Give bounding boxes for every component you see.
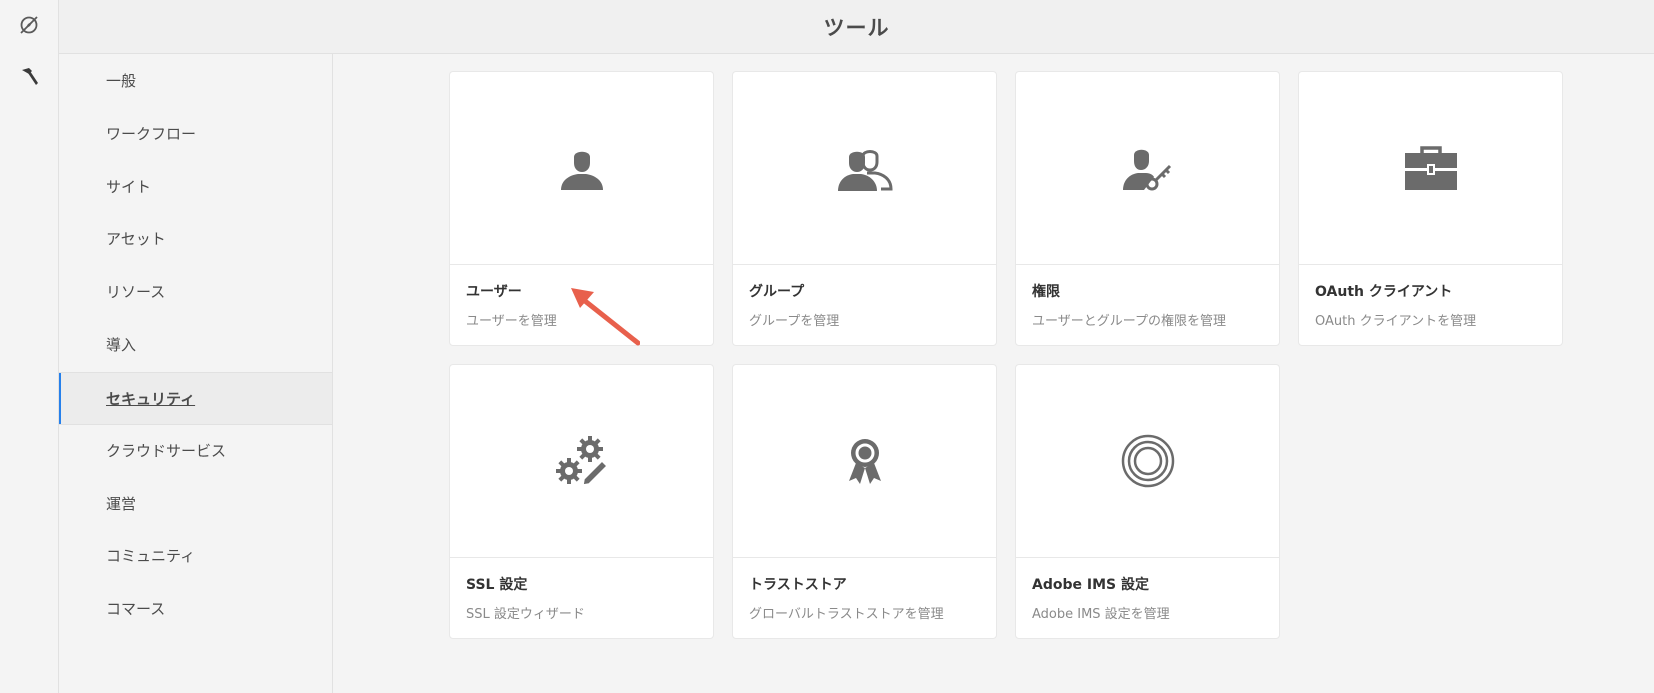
tools-nav: 一般 ワークフロー サイト アセット リソース 導入 セキュリティ クラウドサー… xyxy=(59,54,333,693)
card-oauth-client[interactable]: OAuth クライアント OAuth クライアントを管理 xyxy=(1298,71,1563,346)
nav-item-assets[interactable]: アセット xyxy=(59,212,332,265)
nav-item-workflow[interactable]: ワークフロー xyxy=(59,107,332,160)
user-key-icon xyxy=(1122,149,1171,191)
card-thumbnail xyxy=(1016,72,1279,265)
card-title: 権限 xyxy=(1032,284,1060,300)
card-thumbnail xyxy=(450,72,713,265)
card-description: SSL 設定ウィザード xyxy=(466,607,585,622)
briefcase-icon xyxy=(1404,146,1457,190)
users-group-icon xyxy=(837,150,893,191)
rail-navigation-button[interactable] xyxy=(0,0,58,50)
nav-item-general[interactable]: 一般 xyxy=(59,54,332,107)
nav-item-cloud-services[interactable]: クラウドサービス xyxy=(59,424,332,477)
page-header: ツール xyxy=(59,0,1654,54)
target-rings-icon xyxy=(1121,434,1174,488)
hammer-icon xyxy=(22,68,38,85)
rail-tools-button[interactable] xyxy=(0,52,58,102)
award-ribbon-icon xyxy=(848,439,881,484)
card-description: グローバルトラストストアを管理 xyxy=(749,607,944,622)
card-thumbnail xyxy=(733,365,996,558)
card-groups[interactable]: グループ グループを管理 xyxy=(732,71,997,346)
user-icon xyxy=(560,151,603,190)
nav-item-commerce[interactable]: コマース xyxy=(59,582,332,635)
card-description: グループを管理 xyxy=(749,314,840,329)
annotation-arrow-icon xyxy=(571,288,640,346)
card-title: OAuth クライアント xyxy=(1315,284,1453,300)
card-title: トラストストア xyxy=(749,577,847,593)
nav-item-resources[interactable]: リソース xyxy=(59,265,332,318)
card-permissions[interactable]: 権限 ユーザーとグループの権限を管理 xyxy=(1015,71,1280,346)
navigation-compass-icon xyxy=(20,16,38,34)
card-thumbnail xyxy=(1016,365,1279,558)
card-ssl-config[interactable]: SSL 設定 SSL 設定ウィザード xyxy=(449,364,714,639)
card-thumbnail xyxy=(733,72,996,265)
page-title: ツール xyxy=(823,15,890,40)
nav-item-security[interactable]: セキュリティ xyxy=(59,372,332,425)
card-thumbnail xyxy=(450,365,713,558)
nav-item-deployment[interactable]: 導入 xyxy=(59,318,332,371)
card-thumbnail xyxy=(1299,72,1562,265)
nav-item-community[interactable]: コミュニティ xyxy=(59,529,332,582)
card-truststore[interactable]: トラストストア グローバルトラストストアを管理 xyxy=(732,364,997,639)
card-description: ユーザーを管理 xyxy=(466,314,557,329)
gears-pencil-icon xyxy=(555,436,608,486)
card-adobe-ims-config[interactable]: Adobe IMS 設定 Adobe IMS 設定を管理 xyxy=(1015,364,1280,639)
card-title: ユーザー xyxy=(466,284,522,300)
card-description: Adobe IMS 設定を管理 xyxy=(1032,607,1170,622)
card-title: Adobe IMS 設定 xyxy=(1032,577,1149,593)
nav-item-operations[interactable]: 運営 xyxy=(59,477,332,530)
card-title: グループ xyxy=(749,284,805,300)
nav-item-sites[interactable]: サイト xyxy=(59,160,332,213)
card-title: SSL 設定 xyxy=(466,577,528,593)
card-description: OAuth クライアントを管理 xyxy=(1315,314,1477,329)
left-rail xyxy=(0,0,59,693)
card-description: ユーザーとグループの権限を管理 xyxy=(1032,314,1226,329)
